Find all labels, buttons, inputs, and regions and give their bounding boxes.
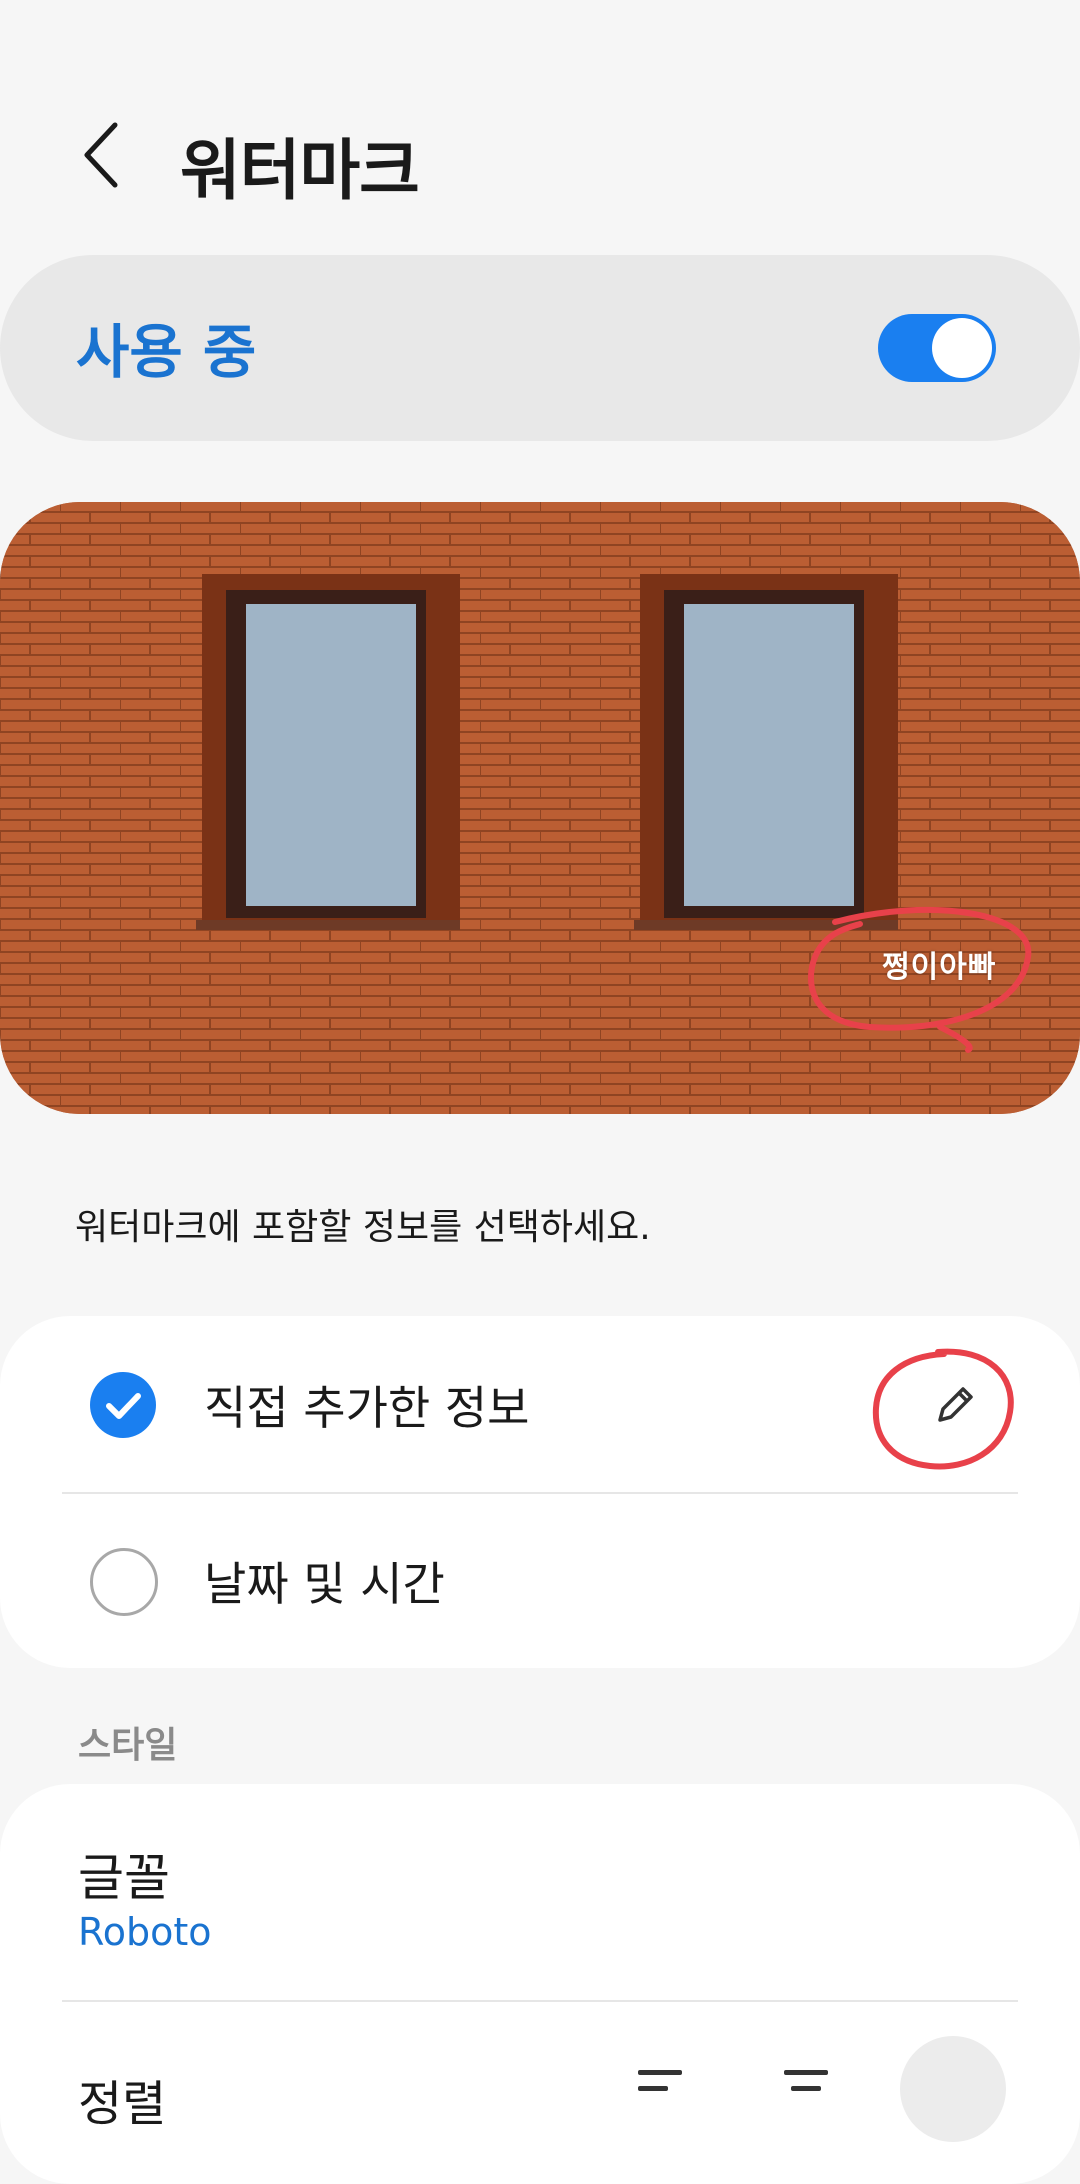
back-button[interactable] xyxy=(75,115,135,195)
align-right-button-selected[interactable] xyxy=(900,2036,1006,2142)
checkbox-unchecked[interactable] xyxy=(90,1548,158,1616)
font-value: Roboto xyxy=(78,1910,212,1954)
top-bar: 워터마크 xyxy=(0,95,1080,215)
font-setting[interactable]: 글꼴 Roboto xyxy=(0,1784,1080,2000)
option-date-time[interactable]: 날짜 및 시간 xyxy=(0,1492,1080,1668)
option-date-time-label: 날짜 및 시간 xyxy=(204,1557,445,1611)
enable-label: 사용 중 xyxy=(76,318,257,386)
brick-wall-photo xyxy=(0,502,1080,1114)
watermark-preview-image: 쩡이아빠 xyxy=(0,502,1080,1114)
description-text: 워터마크에 포함할 정보를 선택하세요. xyxy=(75,1207,651,1248)
watermark-info-options: 직접 추가한 정보 날짜 및 시간 xyxy=(0,1316,1080,1668)
style-card: 글꼴 Roboto 정렬 xyxy=(0,1784,1080,2184)
red-annotation-circle xyxy=(872,1348,1014,1470)
divider xyxy=(62,2000,1018,2002)
enable-switch[interactable] xyxy=(878,314,996,382)
align-label: 정렬 xyxy=(78,2076,167,2132)
align-left-button[interactable] xyxy=(612,2046,712,2126)
option-custom-info[interactable]: 직접 추가한 정보 xyxy=(0,1316,1080,1492)
checkbox-checked[interactable] xyxy=(90,1372,156,1438)
option-custom-info-label: 직접 추가한 정보 xyxy=(204,1381,530,1435)
chevron-left-icon xyxy=(84,122,118,188)
enable-watermark-row[interactable]: 사용 중 xyxy=(0,255,1080,441)
page-title: 워터마크 xyxy=(180,132,420,209)
switch-knob xyxy=(932,318,992,378)
check-icon xyxy=(106,1393,141,1419)
align-center-button[interactable] xyxy=(758,2046,858,2126)
font-label: 글꼴 xyxy=(78,1849,170,1907)
watermark-text: 쩡이아빠 xyxy=(882,950,997,985)
style-section-title: 스타일 xyxy=(78,1725,178,1766)
